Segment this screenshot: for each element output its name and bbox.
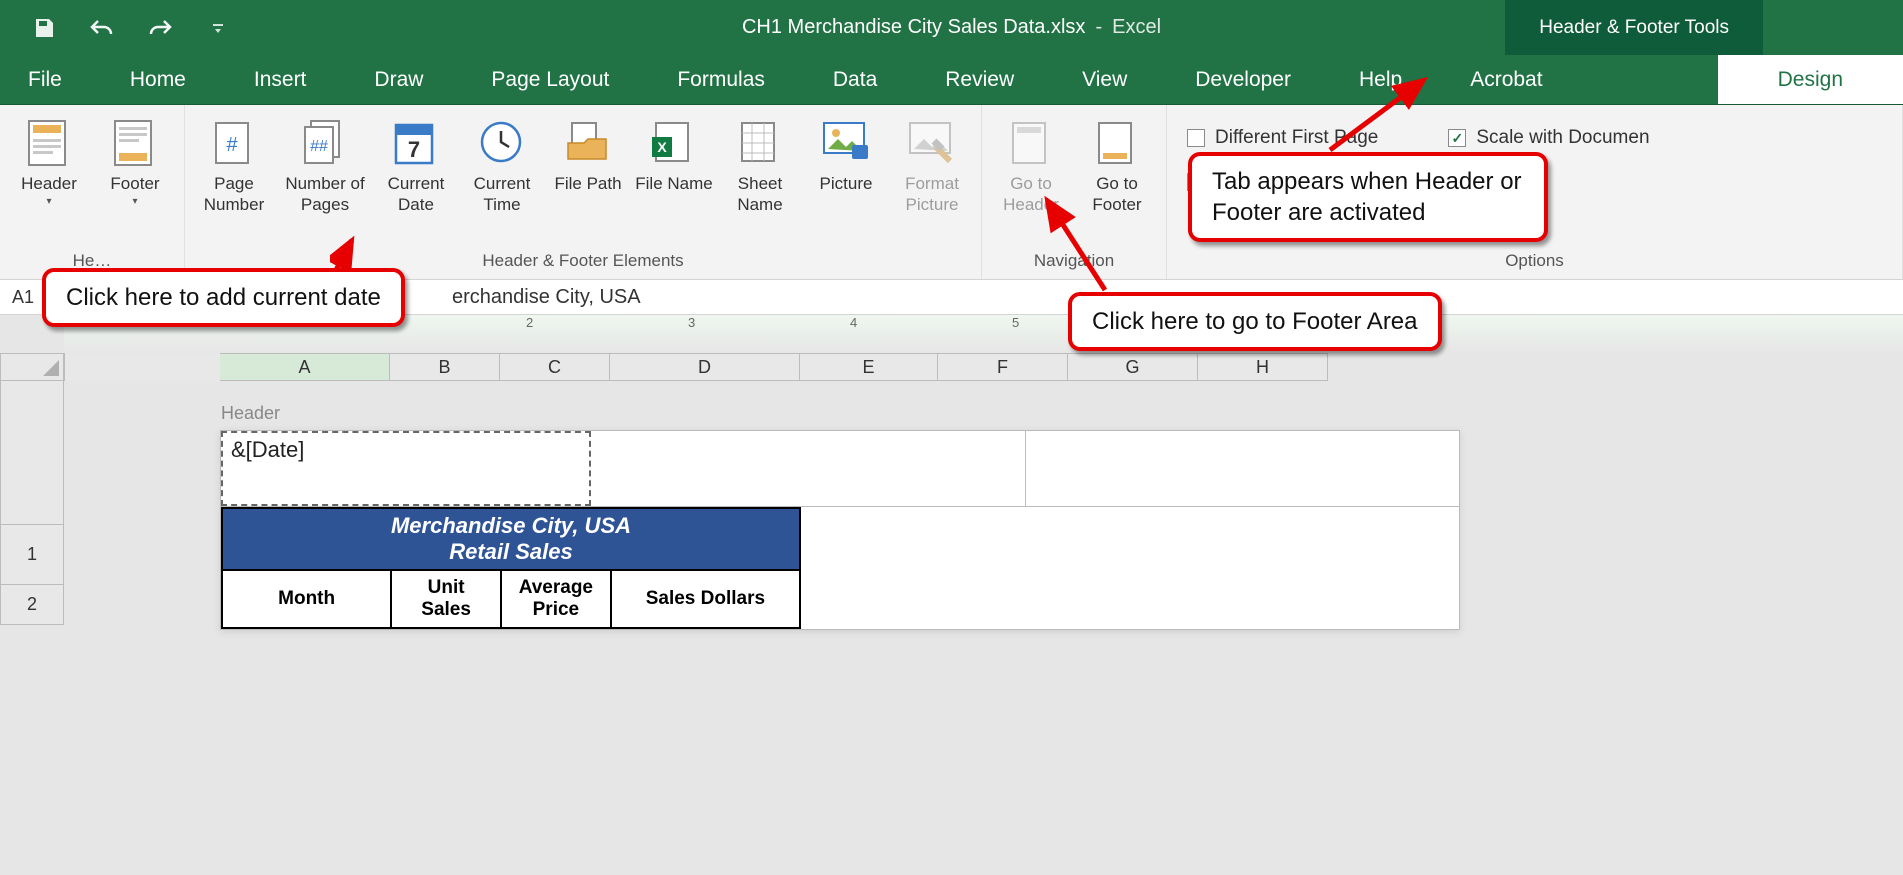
contextual-tab-group-title: Header & Footer Tools — [1505, 0, 1763, 55]
th-month: Month — [222, 570, 391, 628]
callout-current-date: Click here to add current date — [42, 268, 405, 327]
picture-label: Picture — [820, 173, 873, 194]
tab-developer[interactable]: Developer — [1187, 55, 1299, 104]
sheet-name-label: Sheet Name — [721, 173, 799, 216]
number-of-pages-button[interactable]: ## Number of Pages — [281, 113, 369, 216]
svg-text:##: ## — [310, 138, 328, 155]
format-picture-label: Format Picture — [893, 173, 971, 216]
ruler-tick: 5 — [1012, 315, 1019, 330]
ribbon: Header ▾ Footer ▾ He… # Page Number ## N… — [0, 105, 1903, 280]
th-sales-dollars: Sales Dollars — [611, 570, 800, 628]
title-sep: - — [1095, 16, 1102, 39]
sheet-name-button[interactable]: Sheet Name — [721, 113, 799, 216]
col-header-h[interactable]: H — [1198, 353, 1328, 381]
svg-text:7: 7 — [408, 137, 420, 162]
tab-draw[interactable]: Draw — [366, 55, 431, 104]
chevron-down-icon: ▾ — [132, 196, 137, 207]
header-button[interactable]: Header ▾ — [10, 113, 88, 207]
current-date-button[interactable]: 7 Current Date — [377, 113, 455, 216]
table-title1: Merchandise City, USA — [391, 513, 631, 538]
header-center-cell[interactable] — [591, 431, 1026, 506]
select-all-triangle[interactable] — [0, 353, 64, 381]
row-header-1[interactable]: 1 — [0, 525, 64, 585]
tab-review[interactable]: Review — [937, 55, 1022, 104]
title-filename: CH1 Merchandise City Sales Data.xlsx — [742, 16, 1085, 39]
col-header-d[interactable]: D — [610, 353, 800, 381]
file-path-button[interactable]: File Path — [549, 113, 627, 194]
ruler-tick: 3 — [688, 315, 695, 330]
col-header-e[interactable]: E — [800, 353, 938, 381]
callout-design-tab: Tab appears when Header or Footer are ac… — [1188, 152, 1548, 242]
picture-button[interactable]: Picture — [807, 113, 885, 194]
footer-button-label: Footer — [110, 173, 159, 194]
save-icon[interactable] — [30, 14, 58, 42]
column-headers: A B C D E F G H — [64, 353, 1903, 381]
tab-insert[interactable]: Insert — [246, 55, 315, 104]
page-number-label: Page Number — [195, 173, 273, 216]
tab-home[interactable]: Home — [122, 55, 194, 104]
footer-button[interactable]: Footer ▾ — [96, 113, 174, 207]
table-title2: Retail Sales — [227, 539, 795, 565]
svg-text:X: X — [657, 139, 667, 155]
qat-customize-icon[interactable] — [204, 14, 232, 42]
ruler-tick: 2 — [526, 315, 533, 330]
chevron-down-icon: ▾ — [46, 196, 51, 207]
arrow-to-design-tab — [1320, 72, 1440, 154]
group-label-options: Options — [1505, 247, 1564, 277]
file-name-label: File Name — [635, 173, 712, 194]
tab-design[interactable]: Design — [1718, 55, 1903, 104]
current-date-label: Current Date — [377, 173, 455, 216]
tab-data[interactable]: Data — [825, 55, 885, 104]
th-unit-sales: Unit Sales — [391, 570, 501, 628]
row-headers: 1 2 — [0, 381, 64, 625]
ribbon-group-elements: # Page Number ## Number of Pages 7 Curre… — [185, 105, 982, 279]
formula-text: erchandise City, USA — [452, 286, 641, 309]
header-left-cell[interactable]: &[Date] — [221, 431, 591, 506]
tab-view[interactable]: View — [1074, 55, 1135, 104]
tab-page-layout[interactable]: Page Layout — [483, 55, 617, 104]
title-app: Excel — [1112, 16, 1161, 39]
header-section-label: Header — [221, 403, 280, 424]
checkbox-scale-with-doc[interactable]: Scale with Documen — [1448, 127, 1649, 149]
header-left-value: &[Date] — [231, 437, 304, 462]
header-button-label: Header — [21, 173, 77, 194]
svg-text:#: # — [226, 134, 238, 156]
quick-access-toolbar — [0, 14, 232, 42]
col-header-f[interactable]: F — [938, 353, 1068, 381]
ribbon-tabs: File Home Insert Draw Page Layout Formul… — [0, 55, 1903, 105]
chk-label-scale: Scale with Documen — [1476, 127, 1649, 149]
format-picture-button: Format Picture — [893, 113, 971, 216]
arrow-to-goto-footer — [1035, 190, 1135, 300]
worksheet-area: 1 2 3 4 5 6 7 A B C D E F G H 1 2 Header… — [0, 315, 1903, 875]
page-number-button[interactable]: # Page Number — [195, 113, 273, 216]
title-bar: CH1 Merchandise City Sales Data.xlsx - E… — [0, 0, 1903, 55]
current-time-button[interactable]: Current Time — [463, 113, 541, 216]
tab-formulas[interactable]: Formulas — [669, 55, 773, 104]
redo-icon[interactable] — [146, 14, 174, 42]
table-title-cell: Merchandise City, USARetail Sales — [222, 508, 800, 570]
file-name-button[interactable]: X File Name — [635, 113, 713, 194]
undo-icon[interactable] — [88, 14, 116, 42]
col-header-b[interactable]: B — [390, 353, 500, 381]
file-path-label: File Path — [554, 173, 621, 194]
current-time-label: Current Time — [463, 173, 541, 216]
window-title: CH1 Merchandise City Sales Data.xlsx - E… — [742, 16, 1161, 39]
data-table: Merchandise City, USARetail Sales Month … — [221, 507, 801, 629]
tab-file[interactable]: File — [20, 55, 70, 104]
col-header-c[interactable]: C — [500, 353, 610, 381]
tab-acrobat[interactable]: Acrobat — [1462, 55, 1550, 104]
header-right-cell[interactable] — [1026, 431, 1460, 506]
page-preview: Header &[Date] Merchandise City, USAReta… — [220, 430, 1460, 630]
row-header-2[interactable]: 2 — [0, 585, 64, 625]
group-label-elements: Header & Footer Elements — [482, 247, 683, 277]
callout-goto-footer: Click here to go to Footer Area — [1068, 292, 1442, 351]
header-row[interactable]: &[Date] — [221, 431, 1459, 507]
ruler-tick: 4 — [850, 315, 857, 330]
number-of-pages-label: Number of Pages — [281, 173, 369, 216]
col-header-a[interactable]: A — [220, 353, 390, 381]
col-header-g[interactable]: G — [1068, 353, 1198, 381]
ribbon-group-header-footer: Header ▾ Footer ▾ He… — [0, 105, 185, 279]
th-avg-price: Average Price — [501, 570, 611, 628]
